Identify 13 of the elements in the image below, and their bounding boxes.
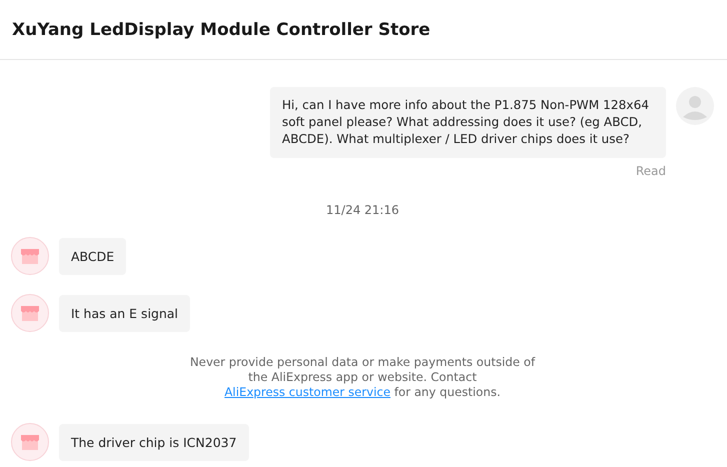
message-bubble: It has an E signal — [59, 294, 190, 332]
store-avatar-icon — [11, 294, 49, 332]
store-avatar-icon — [11, 423, 49, 461]
message-bubble: ABCDE — [59, 238, 126, 274]
message-bubble: The driver chip is ICN2037 — [59, 424, 249, 460]
message-bubble: Hi, can I have more info about the P1.875 Non-PWM 128x64 soft panel please? What addressing does it use? (eg ABCD, ABCDE). What multiplexer / LED driver chips does it use? — [270, 87, 666, 158]
safety-notice: Never provide personal data or make payments outside of the AliExpress app or website. Contact AliExpress customer service for any questions. — [188, 355, 536, 400]
read-status: Read — [636, 164, 666, 178]
store-avatar-icon — [11, 237, 49, 275]
timestamp: 11/24 21:16 — [326, 203, 399, 217]
user-avatar-icon — [676, 87, 714, 125]
store-title: XuYang LedDisplay Module Controller Store — [12, 20, 430, 40]
customer-service-link[interactable]: AliExpress customer service — [224, 385, 390, 399]
